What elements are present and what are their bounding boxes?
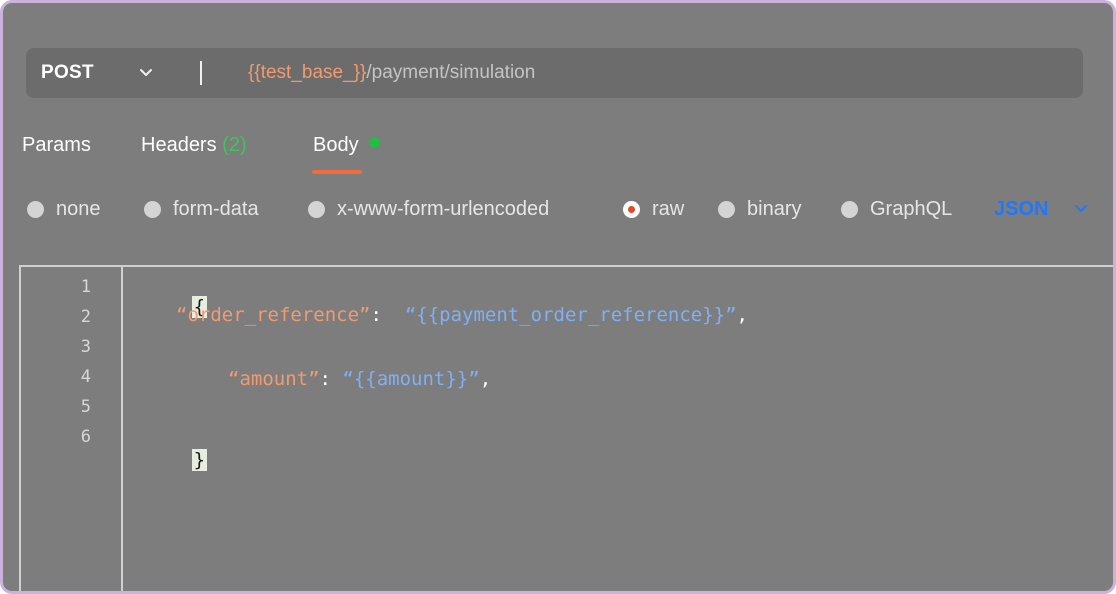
tab-body[interactable]: Body bbox=[313, 131, 380, 159]
language-select[interactable]: JSON bbox=[994, 195, 1048, 223]
radio-x-www-form-urlencoded-label: x-www-form-urlencoded bbox=[337, 198, 550, 220]
chevron-down-icon[interactable] bbox=[1073, 201, 1089, 217]
url-variable: {{test_base_}} bbox=[248, 62, 367, 83]
url-input[interactable]: {{test_base_}}/payment/simulation bbox=[248, 48, 535, 98]
body-status-dot bbox=[368, 137, 380, 148]
headers-count-badge: (2) bbox=[222, 134, 247, 156]
radio-none-label: none bbox=[56, 198, 101, 220]
json-value: “{{amount}}” bbox=[342, 368, 480, 390]
json-key: “amount” bbox=[228, 368, 320, 390]
radio-binary-label: binary bbox=[747, 198, 802, 220]
tab-params[interactable]: Params bbox=[22, 131, 91, 159]
tab-body-label: Body bbox=[313, 134, 359, 156]
url-bar-divider bbox=[200, 61, 202, 85]
code-line-4: “amount”: “{{amount}}”, bbox=[228, 368, 491, 390]
tab-params-label: Params bbox=[22, 134, 91, 156]
radio-form-data-button[interactable] bbox=[144, 201, 161, 218]
close-brace: } bbox=[191, 449, 208, 471]
line-number: 6 bbox=[80, 427, 91, 447]
line-number: 1 bbox=[80, 277, 91, 297]
radio-form-data-label: form-data bbox=[173, 198, 259, 220]
code-editor[interactable]: 1 2 3 4 5 6 { “order_reference”: “{{paym… bbox=[19, 265, 1113, 591]
tab-headers-label: Headers bbox=[141, 134, 217, 156]
radio-graphql-label: GraphQL bbox=[870, 198, 953, 220]
json-colon: : bbox=[319, 368, 331, 390]
line-number: 3 bbox=[80, 337, 91, 357]
tab-headers[interactable]: Headers (2) bbox=[141, 131, 247, 159]
json-comma: , bbox=[479, 368, 492, 390]
active-tab-indicator bbox=[312, 170, 362, 174]
line-number: 5 bbox=[80, 397, 91, 417]
json-comma: , bbox=[736, 304, 748, 326]
url-bar[interactable]: POST {{test_base_}}/payment/simulation bbox=[26, 48, 1083, 98]
radio-none-button[interactable] bbox=[27, 201, 44, 218]
radio-graphql-button[interactable] bbox=[841, 201, 858, 218]
code-line-6: } bbox=[123, 427, 208, 493]
chevron-down-icon[interactable] bbox=[138, 65, 154, 81]
json-colon: : bbox=[370, 304, 382, 326]
radio-raw-label: raw bbox=[652, 198, 685, 220]
request-editor-panel: POST {{test_base_}}/payment/simulation P… bbox=[0, 0, 1116, 594]
code-line-2: “order_reference”: “{{payment_order_refe… bbox=[176, 304, 748, 326]
json-value: “{{payment_order_reference}}” bbox=[404, 304, 737, 326]
radio-x-www-form-urlencoded-button[interactable] bbox=[308, 201, 325, 218]
line-number: 2 bbox=[80, 307, 91, 327]
url-path: /payment/simulation bbox=[366, 62, 536, 83]
radio-raw-button[interactable] bbox=[623, 201, 640, 218]
method-select[interactable]: POST bbox=[41, 48, 94, 98]
line-number: 4 bbox=[80, 367, 91, 387]
json-key: “order_reference” bbox=[176, 304, 371, 326]
radio-binary-button[interactable] bbox=[718, 201, 735, 218]
